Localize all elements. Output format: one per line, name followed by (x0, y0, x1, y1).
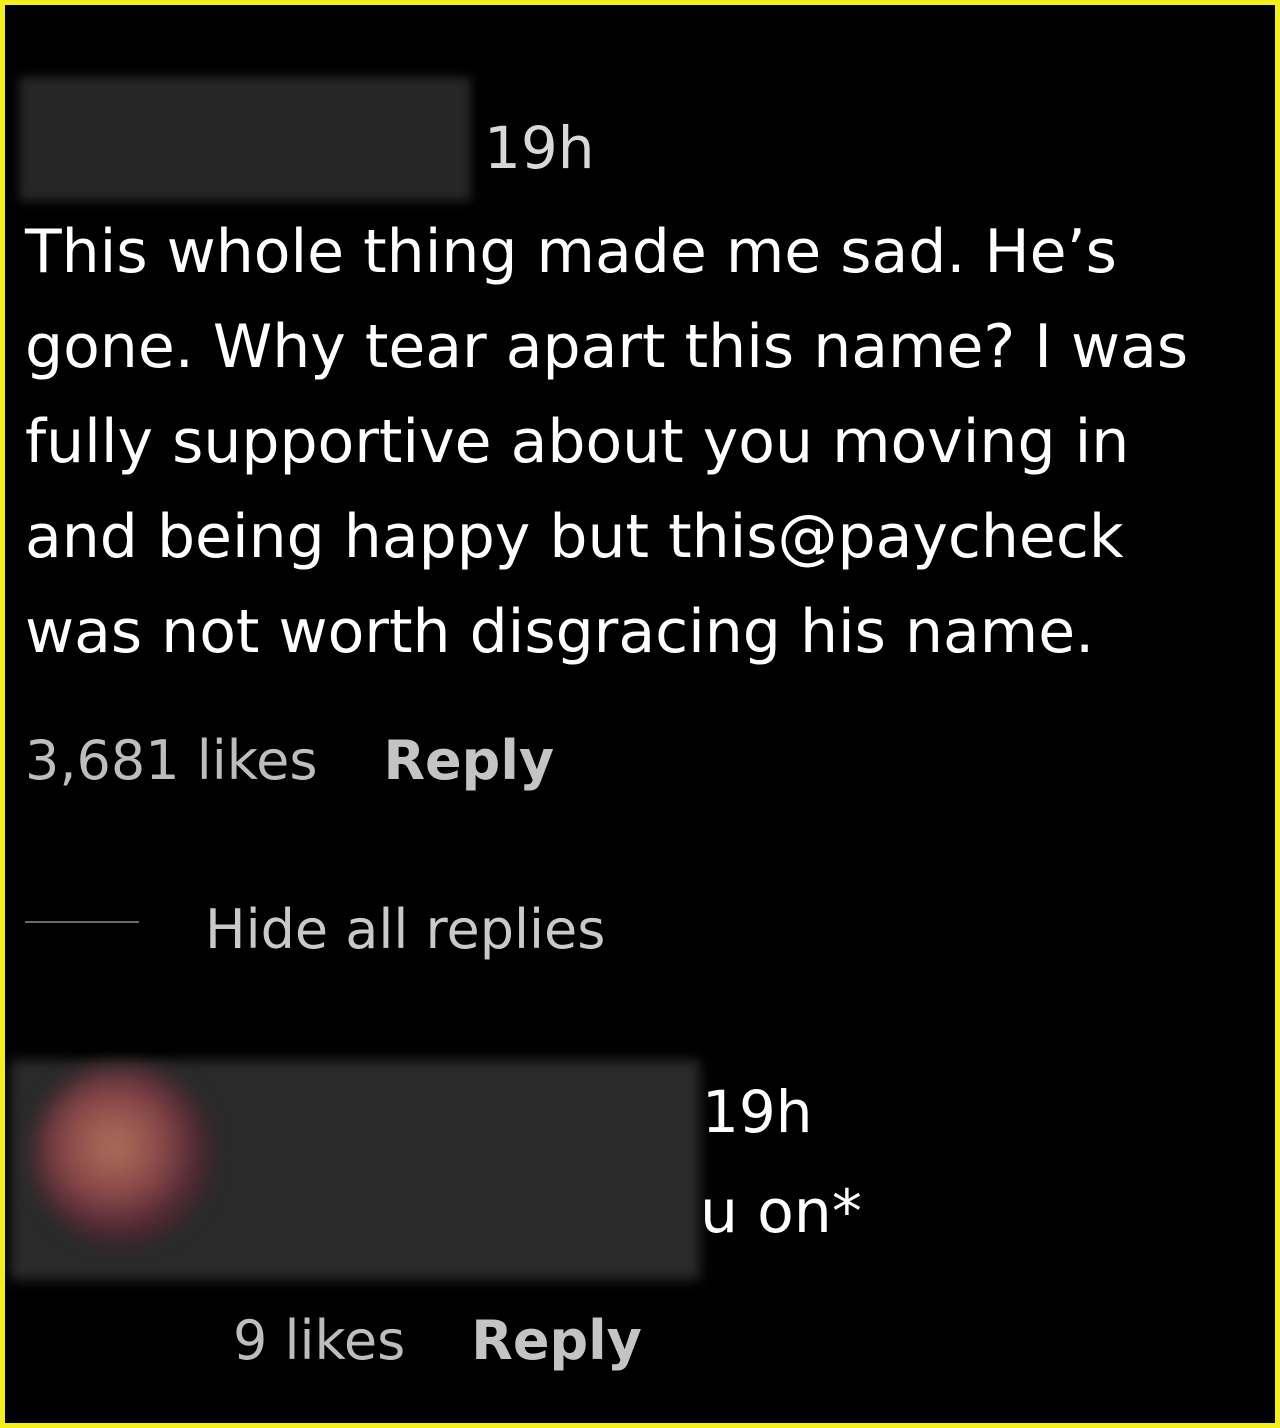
reply-timestamp: 19h (702, 1078, 813, 1146)
comment-actions: 3,681 likes Reply (25, 725, 554, 795)
reply-actions: 9 likes Reply (233, 1305, 642, 1375)
avatar[interactable] (35, 1067, 210, 1242)
reply-like-count[interactable]: 9 likes (233, 1309, 405, 1372)
redacted-username-block (19, 77, 471, 201)
comment-reply-button[interactable]: Reply (383, 729, 554, 792)
comment-text: This whole thing made me sad. He’s gone.… (25, 217, 1189, 667)
reply-reply-button[interactable]: Reply (471, 1309, 642, 1372)
screenshot-frame: 19h This whole thing made me sad. He’s g… (0, 0, 1280, 1428)
replies-divider-line (25, 921, 139, 923)
reply-text: u on* (700, 1177, 862, 1247)
comment-timestamp: 19h (484, 114, 595, 182)
hide-replies-button[interactable]: Hide all replies (205, 895, 605, 965)
comment-like-count[interactable]: 3,681 likes (25, 729, 317, 792)
